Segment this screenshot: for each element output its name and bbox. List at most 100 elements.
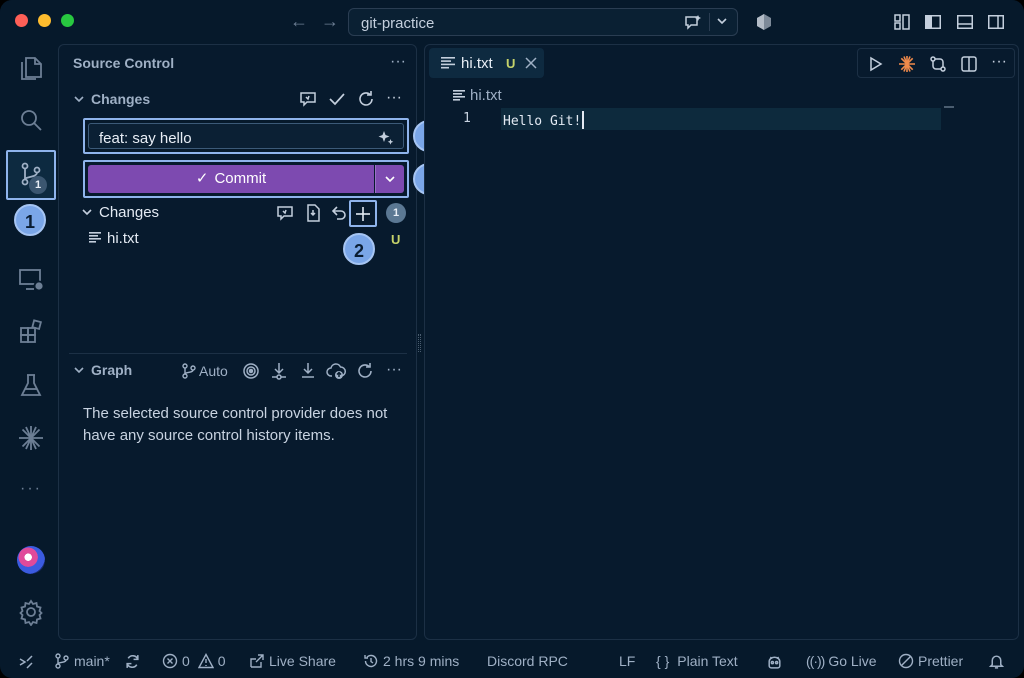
- text-file-icon: [89, 232, 101, 243]
- branch-indicator[interactable]: main*: [54, 653, 110, 669]
- prettier-status[interactable]: Prettier: [898, 653, 963, 669]
- commit-button-label: Commit: [214, 170, 267, 187]
- changes-group-header[interactable]: Changes: [81, 204, 159, 221]
- go-live-button[interactable]: ((·)) Go Live: [806, 653, 877, 669]
- toggle-secondary-sidebar-icon[interactable]: [986, 12, 1006, 32]
- tab-untracked-status: U: [506, 56, 516, 71]
- plus-icon: [356, 207, 370, 221]
- testing-flask-icon[interactable]: [17, 372, 45, 400]
- live-share-button[interactable]: Live Share: [249, 653, 336, 669]
- problems-indicator[interactable]: 0 0: [162, 653, 225, 669]
- toggle-panel-icon[interactable]: [955, 12, 975, 32]
- untracked-status: U: [391, 232, 401, 247]
- discard-chat-icon[interactable]: [275, 203, 295, 223]
- zoom-window-button[interactable]: [61, 14, 74, 27]
- repo-changes-label: Changes: [91, 91, 151, 107]
- warning-icon: [197, 653, 214, 669]
- chevron-down-icon[interactable]: [715, 14, 729, 28]
- tab-label: hi.txt: [461, 55, 493, 72]
- branch-name: main*: [74, 653, 110, 669]
- sync-icon[interactable]: [124, 653, 141, 670]
- minimize-window-button[interactable]: [38, 14, 51, 27]
- editor-more-icon[interactable]: ···: [991, 53, 1007, 71]
- commit-button-frame: ✓ Commit: [83, 160, 409, 198]
- workspace-title: git-practice: [361, 15, 435, 32]
- source-control-sidebar: Source Control ··· Changes ··· feat: say…: [58, 44, 445, 640]
- graph-header[interactable]: Graph: [73, 362, 132, 378]
- repo-changes-header[interactable]: Changes: [73, 91, 150, 107]
- commit-message-input[interactable]: feat: say hello: [88, 123, 404, 149]
- forward-arrow-icon[interactable]: →: [319, 10, 341, 32]
- time-tracker[interactable]: 2 hrs 9 mins: [363, 653, 459, 669]
- remote-indicator-icon[interactable]: [18, 654, 34, 670]
- target-icon[interactable]: [241, 361, 261, 381]
- editor-tab-hi-txt[interactable]: hi.txt U: [429, 48, 544, 78]
- run-play-icon[interactable]: [866, 55, 884, 73]
- live-share-label: Live Share: [269, 653, 336, 669]
- more-views-icon[interactable]: ···: [20, 480, 42, 498]
- changes-more-icon[interactable]: ···: [386, 89, 402, 107]
- copilot-icon[interactable]: [754, 12, 774, 32]
- command-center[interactable]: git-practice: [348, 8, 738, 36]
- minimap[interactable]: [944, 106, 954, 108]
- search-icon[interactable]: [17, 106, 45, 134]
- extensions-icon[interactable]: [17, 318, 45, 346]
- sidebar-title: Source Control: [73, 55, 175, 71]
- go-live-label: Go Live: [828, 653, 877, 669]
- discard-changes-icon[interactable]: [329, 203, 349, 223]
- check-icon: ✓: [195, 170, 209, 187]
- time-label: 2 hrs 9 mins: [383, 653, 460, 669]
- chevron-down-icon: [82, 209, 92, 216]
- notifications-bell-icon[interactable]: [988, 653, 1005, 670]
- push-cloud-icon[interactable]: [326, 361, 346, 381]
- refresh-icon[interactable]: [356, 89, 376, 109]
- refresh-icon[interactable]: [355, 361, 375, 381]
- warning-count: 0: [217, 653, 226, 669]
- copilot-status-icon[interactable]: [766, 653, 783, 670]
- close-icon[interactable]: [524, 56, 538, 70]
- language-mode[interactable]: { } Plain Text: [656, 653, 738, 669]
- back-arrow-icon[interactable]: ←: [288, 10, 310, 32]
- sparkle-icon[interactable]: [377, 129, 395, 147]
- error-icon: [162, 653, 178, 669]
- open-file-icon[interactable]: [303, 203, 323, 223]
- text-cursor: [582, 111, 585, 129]
- stage-all-changes-button[interactable]: [349, 200, 377, 227]
- compare-changes-icon[interactable]: [929, 55, 947, 73]
- history-icon: [364, 654, 378, 668]
- settings-gear-icon[interactable]: [17, 598, 45, 626]
- close-window-button[interactable]: [15, 14, 28, 27]
- graph-more-icon[interactable]: ···: [386, 361, 402, 379]
- code-line-text: Hello Git!: [503, 114, 582, 129]
- toggle-primary-sidebar-icon[interactable]: [923, 12, 943, 32]
- pull-icon[interactable]: [298, 361, 318, 381]
- commit-button[interactable]: ✓ Commit: [88, 165, 374, 193]
- title-bar: ← → git-practice: [0, 0, 1024, 44]
- resize-sash[interactable]: [418, 334, 421, 352]
- code-line[interactable]: Hello Git!: [503, 111, 585, 129]
- branch-icon: [55, 653, 69, 669]
- discord-rpc[interactable]: Discord RPC: [487, 653, 568, 669]
- chevron-down-icon: [74, 96, 84, 103]
- line-number: 1: [463, 111, 471, 126]
- commit-message-value: feat: say hello: [99, 130, 192, 147]
- graph-label: Graph: [91, 362, 133, 378]
- end-of-line[interactable]: LF: [619, 653, 635, 669]
- sidebar-more-icon[interactable]: ···: [390, 53, 406, 71]
- commit-check-icon[interactable]: [327, 89, 347, 109]
- customize-layout-icon[interactable]: [892, 12, 912, 32]
- fetch-icon[interactable]: [269, 361, 289, 381]
- changed-file-row[interactable]: hi.txt: [89, 230, 139, 247]
- split-editor-icon[interactable]: [960, 55, 978, 73]
- commit-options-dropdown[interactable]: [375, 165, 404, 193]
- remote-explorer-icon[interactable]: [17, 266, 45, 294]
- generate-commit-icon[interactable]: [298, 89, 318, 109]
- breadcrumb[interactable]: hi.txt: [470, 87, 502, 104]
- copilot-chat-icon[interactable]: [683, 13, 703, 33]
- graph-branch-auto[interactable]: Auto: [181, 363, 228, 379]
- account-avatar[interactable]: [17, 546, 45, 574]
- sparkle-burst-icon[interactable]: [17, 424, 45, 452]
- text-file-icon: [441, 57, 455, 69]
- explorer-icon[interactable]: [17, 54, 45, 82]
- sparkle-burst-icon[interactable]: [898, 55, 916, 73]
